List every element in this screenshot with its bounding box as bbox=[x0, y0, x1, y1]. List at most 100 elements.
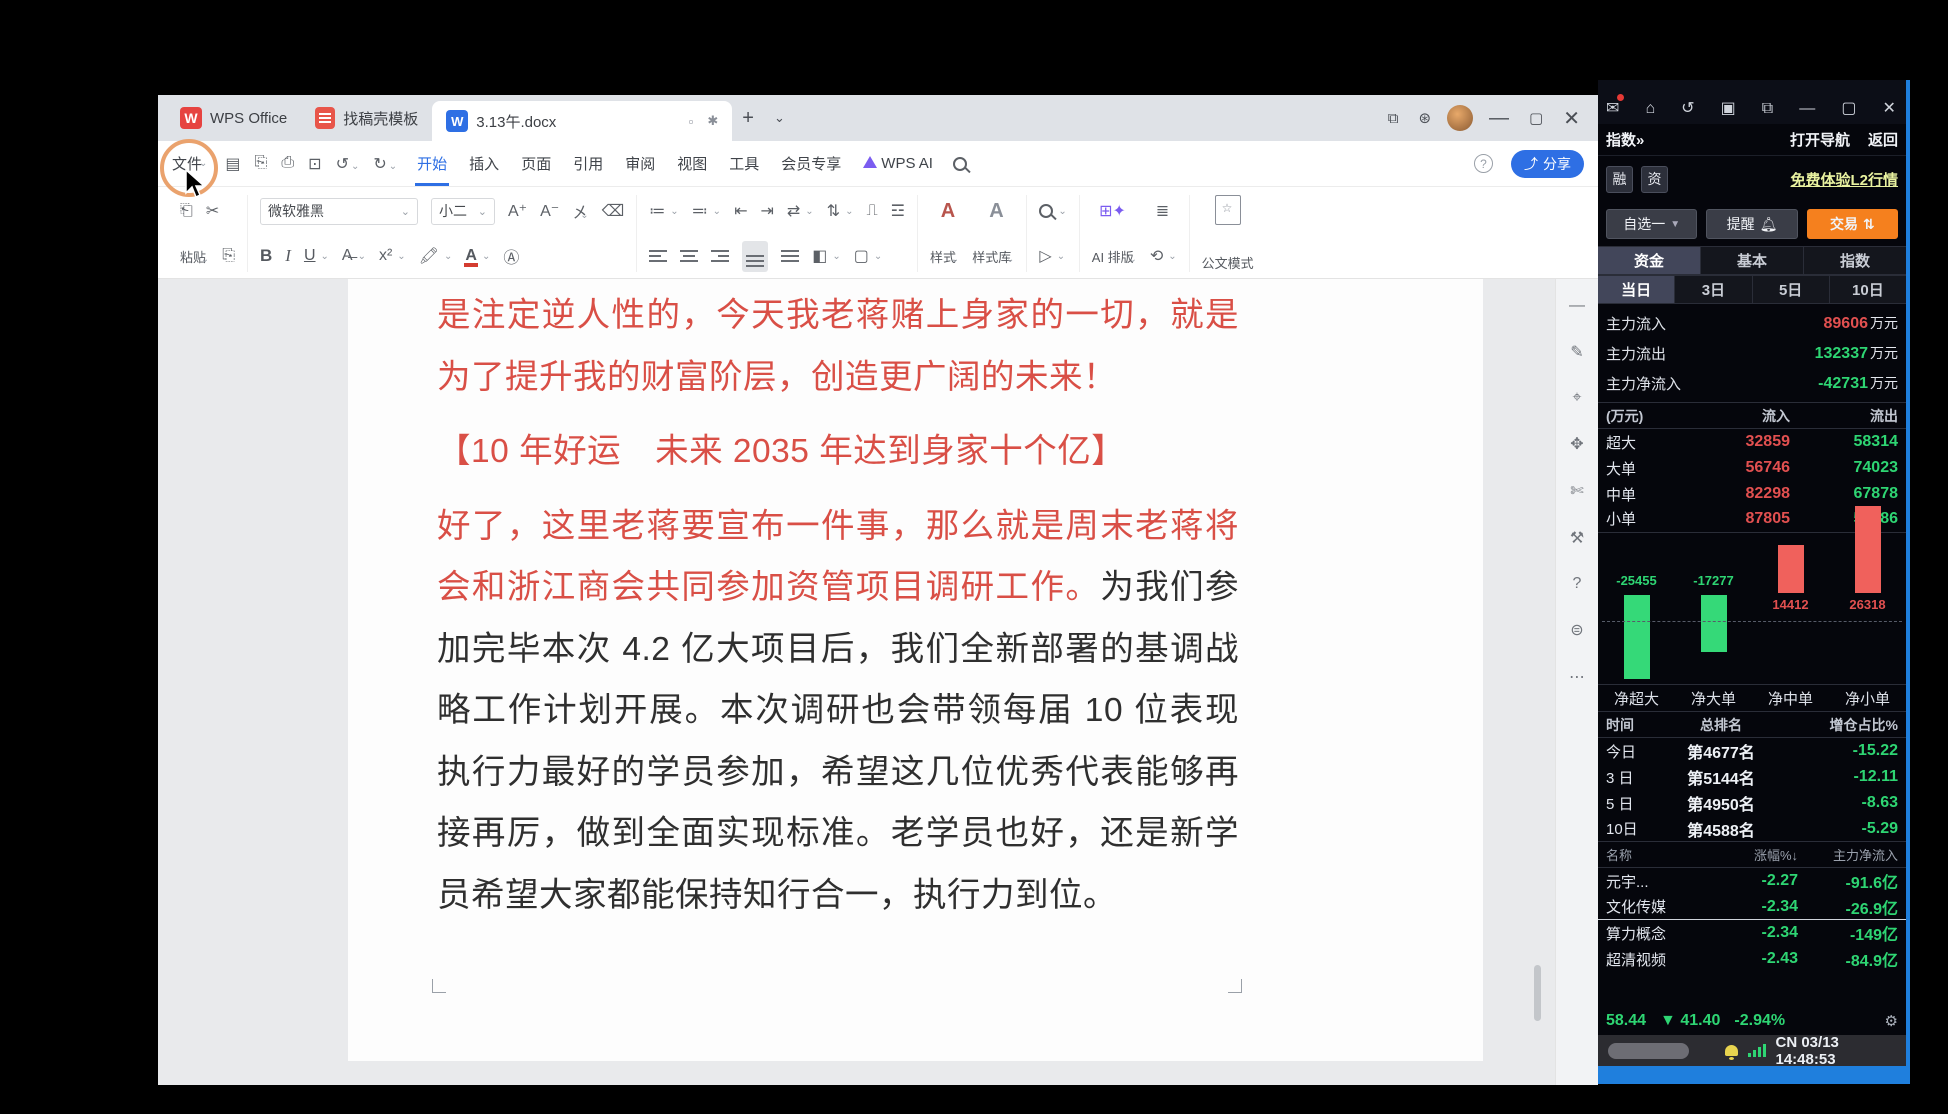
highlight-icon[interactable]: 🖍 bbox=[419, 246, 439, 266]
justify-icon[interactable] bbox=[746, 254, 765, 268]
collapse-icon[interactable]: — bbox=[1569, 297, 1585, 315]
sector-row-selected[interactable]: 文化传媒 -2.34 -26.9亿 bbox=[1598, 894, 1906, 920]
redo-icon[interactable]: ↻ ⌄ bbox=[373, 154, 397, 174]
feedback-icon[interactable]: ⊜ bbox=[1570, 620, 1583, 640]
sector-row[interactable]: 算力概念 -2.34 -149亿 bbox=[1598, 920, 1906, 946]
tab-3d[interactable]: 3日 bbox=[1675, 276, 1753, 303]
message-icon[interactable]: ✉ bbox=[1606, 94, 1625, 118]
official-doc-mode-button[interactable]: 公文模式 bbox=[1202, 253, 1254, 272]
select-tool-icon[interactable]: ⌖ bbox=[1572, 389, 1581, 407]
stamp-icon[interactable]: ✄ bbox=[1570, 481, 1583, 501]
text-effects-icon[interactable]: 㐅⌄ bbox=[572, 199, 588, 223]
tab-10d[interactable]: 10日 bbox=[1829, 276, 1906, 303]
refresh-icon[interactable]: ↺ bbox=[1681, 98, 1694, 118]
underline-button[interactable]: U bbox=[304, 247, 316, 265]
bold-button[interactable]: B bbox=[260, 246, 272, 266]
font-name-select[interactable]: 微软雅黑 ⌄ bbox=[260, 197, 418, 225]
menu-insert[interactable]: 插入 bbox=[467, 141, 501, 186]
align-left-icon[interactable] bbox=[649, 249, 668, 263]
align-right-icon[interactable] bbox=[711, 249, 730, 263]
more-icon[interactable]: ⋯ bbox=[1569, 667, 1585, 687]
decrease-indent-icon[interactable]: ⇤ bbox=[734, 201, 747, 221]
text-direction-icon[interactable]: ⇄ bbox=[787, 201, 800, 221]
tab-wps-office[interactable]: W WPS Office bbox=[166, 95, 301, 141]
tab-active-doc[interactable]: W 3.13午.docx ▫ ✱ bbox=[432, 101, 733, 141]
funds-button[interactable]: 资 bbox=[1641, 165, 1668, 193]
help-circle-icon[interactable]: ? bbox=[1573, 575, 1582, 593]
find-icon[interactable] bbox=[1039, 204, 1054, 218]
font-color-button[interactable]: A bbox=[464, 247, 478, 267]
tab-index[interactable]: 指数 bbox=[1804, 247, 1906, 274]
menu-home[interactable]: 开始 bbox=[415, 141, 450, 186]
window-stack-icon[interactable]: ⧉ bbox=[1378, 110, 1409, 127]
new-doc-icon[interactable]: ▤ bbox=[225, 154, 240, 174]
alert-button[interactable]: 提醒 🔔︎ bbox=[1706, 209, 1798, 239]
style-button[interactable]: 样式 ⌄ bbox=[930, 247, 959, 266]
tab-list-chevron-icon[interactable]: ⌄ bbox=[764, 110, 795, 126]
panel-close-button[interactable]: ✕ bbox=[1883, 98, 1896, 118]
minimize-button[interactable]: — bbox=[1479, 107, 1519, 130]
tab-5d[interactable]: 5日 bbox=[1752, 276, 1830, 303]
show-marks-icon[interactable]: ☲ bbox=[891, 201, 905, 221]
sort-icon[interactable]: ⎍ bbox=[866, 202, 877, 220]
trade-button[interactable]: 交易 ⇅ bbox=[1806, 209, 1898, 239]
close-button[interactable]: ✕ bbox=[1553, 106, 1590, 131]
strikethrough-icon[interactable]: A̶ bbox=[342, 247, 353, 265]
tab-basic[interactable]: 基本 bbox=[1701, 247, 1804, 274]
increase-indent-icon[interactable]: ⇥ bbox=[760, 201, 773, 221]
document-page[interactable]: 是注定逆人性的，今天我老蒋赌上身家的一切，就是为了提升我的财富阶层，创造更广阔的… bbox=[348, 279, 1483, 1061]
vertical-scrollbar[interactable] bbox=[1534, 279, 1541, 1085]
menu-wps-ai[interactable]: WPS AI bbox=[861, 143, 935, 184]
copy-icon[interactable]: ⎘ bbox=[222, 247, 235, 265]
menu-view[interactable]: 视图 bbox=[675, 141, 709, 186]
menu-member[interactable]: 会员专享 bbox=[779, 141, 843, 186]
print-icon[interactable]: ⎙ bbox=[281, 154, 294, 174]
index-link[interactable]: 指数» bbox=[1606, 129, 1644, 150]
paste-button[interactable]: 粘贴 ⌄ bbox=[180, 247, 209, 266]
menu-tools[interactable]: 工具 bbox=[727, 141, 761, 186]
format-painter-icon[interactable]: ⎗ bbox=[180, 202, 193, 220]
save-icon[interactable]: ⎘ bbox=[255, 154, 268, 174]
style-library-button[interactable]: 样式库 ⌄ bbox=[972, 247, 1014, 266]
cut-icon[interactable]: ✂ bbox=[206, 201, 219, 221]
tools-icon[interactable]: ⚒ bbox=[1570, 528, 1584, 548]
share-tool-icon[interactable]: ✥ bbox=[1570, 434, 1583, 454]
decrease-font-icon[interactable]: A⁻ bbox=[540, 201, 559, 221]
superscript-icon[interactable]: x² bbox=[379, 247, 392, 265]
new-tab-button[interactable]: + bbox=[732, 107, 764, 130]
tab-funds[interactable]: 资金 bbox=[1598, 247, 1701, 274]
window-mode-icon[interactable]: ⧉ bbox=[1762, 100, 1773, 118]
panel-maximize-button[interactable]: ▢ bbox=[1841, 98, 1856, 118]
print-preview-icon[interactable]: ⊡ bbox=[308, 154, 321, 174]
user-avatar[interactable] bbox=[1447, 105, 1474, 131]
menu-review[interactable]: 审阅 bbox=[623, 141, 657, 186]
tab-template-doc[interactable]: 找稿壳模板 bbox=[301, 95, 432, 141]
shading-icon[interactable]: ◧ bbox=[812, 246, 827, 266]
skin-icon[interactable]: ▣ bbox=[1721, 98, 1736, 118]
menu-page[interactable]: 页面 bbox=[519, 141, 553, 186]
border-icon[interactable]: ▢ bbox=[854, 246, 869, 266]
search-icon[interactable] bbox=[952, 156, 967, 171]
maximize-button[interactable]: ▢ bbox=[1519, 109, 1553, 127]
notification-bell-icon[interactable] bbox=[1725, 1045, 1738, 1060]
layout-tool-icon[interactable]: ⟲ bbox=[1150, 246, 1163, 266]
align-center-icon[interactable] bbox=[680, 249, 699, 263]
gear-icon[interactable]: ⚙ bbox=[1885, 1012, 1898, 1030]
help-icon[interactable]: ? bbox=[1474, 154, 1493, 173]
increase-font-icon[interactable]: A⁺ bbox=[508, 201, 527, 221]
sector-row[interactable]: 元宇... -2.27 -91.6亿 bbox=[1598, 868, 1906, 894]
sector-row[interactable]: 超清视频 -2.43 -84.9亿 bbox=[1598, 946, 1906, 972]
char-shading-icon[interactable]: Ⓐ bbox=[503, 244, 519, 268]
globe-icon[interactable]: ⊛ bbox=[1408, 109, 1441, 127]
numbered-list-icon[interactable]: ≕ bbox=[692, 201, 708, 221]
margin-button[interactable]: 融 bbox=[1606, 165, 1633, 193]
clear-format-icon[interactable]: ⌫ bbox=[602, 201, 625, 221]
tab-preview-icon[interactable]: ▫ bbox=[689, 114, 694, 129]
scrollbar-thumb[interactable] bbox=[1534, 965, 1541, 1021]
share-button[interactable]: ⤴ 分享 bbox=[1511, 149, 1584, 178]
l2-trial-link[interactable]: 免费体验L2行情 bbox=[1790, 169, 1898, 190]
open-nav-link[interactable]: 打开导航 bbox=[1790, 129, 1850, 150]
tab-today[interactable]: 当日 bbox=[1598, 276, 1676, 303]
italic-button[interactable]: I bbox=[285, 246, 291, 266]
menu-reference[interactable]: 引用 bbox=[571, 141, 605, 186]
